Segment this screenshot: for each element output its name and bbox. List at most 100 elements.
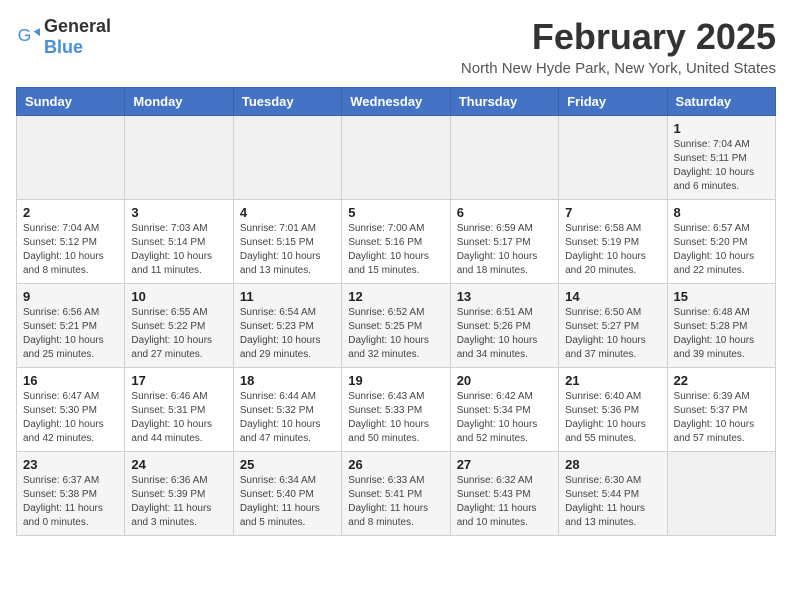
calendar-cell: 5Sunrise: 7:00 AM Sunset: 5:16 PM Daylig…	[342, 200, 450, 284]
day-number: 9	[23, 289, 118, 304]
day-info: Sunrise: 6:55 AM Sunset: 5:22 PM Dayligh…	[131, 306, 226, 362]
day-number: 7	[565, 205, 660, 220]
day-info: Sunrise: 6:48 AM Sunset: 5:28 PM Dayligh…	[674, 306, 769, 362]
calendar-cell	[125, 116, 233, 200]
title-section: February 2025 North New Hyde Park, New Y…	[461, 16, 776, 77]
week-row-3: 9Sunrise: 6:56 AM Sunset: 5:21 PM Daylig…	[17, 284, 776, 368]
calendar-cell: 25Sunrise: 6:34 AM Sunset: 5:40 PM Dayli…	[233, 452, 341, 536]
day-number: 16	[23, 373, 118, 388]
day-number: 14	[565, 289, 660, 304]
day-header-tuesday: Tuesday	[233, 88, 341, 116]
page-header: G General Blue February 2025 North New H…	[16, 16, 776, 77]
day-info: Sunrise: 7:00 AM Sunset: 5:16 PM Dayligh…	[348, 222, 443, 278]
day-number: 1	[674, 121, 769, 136]
main-title: February 2025	[461, 16, 776, 58]
calendar-cell	[342, 116, 450, 200]
calendar-cell: 9Sunrise: 6:56 AM Sunset: 5:21 PM Daylig…	[17, 284, 125, 368]
calendar-cell: 19 Sunrise: 6:43 AM Sunset: 5:33 PM Dayli…	[342, 368, 450, 452]
day-header-friday: Friday	[559, 88, 667, 116]
logo: G General Blue	[16, 16, 111, 58]
day-number: 6	[457, 205, 552, 220]
calendar-cell: 18 Sunrise: 6:44 AM Sunset: 5:32 PM Dayli…	[233, 368, 341, 452]
day-info: Sunrise: 6:44 AM Sunset: 5:32 PM Dayligh…	[240, 390, 335, 446]
day-number: 23	[23, 457, 118, 472]
calendar-cell: 17 Sunrise: 6:46 AM Sunset: 5:31 PM Dayli…	[125, 368, 233, 452]
calendar-cell: 21 Sunrise: 6:40 AM Sunset: 5:36 PM Dayli…	[559, 368, 667, 452]
calendar-cell: 2 Sunrise: 7:04 AM Sunset: 5:12 PM Daylig…	[17, 200, 125, 284]
day-info: Sunrise: 6:57 AM Sunset: 5:20 PM Dayligh…	[674, 222, 769, 278]
day-info: Sunrise: 6:40 AM Sunset: 5:36 PM Dayligh…	[565, 390, 660, 446]
day-info: Sunrise: 6:43 AM Sunset: 5:33 PM Dayligh…	[348, 390, 443, 446]
day-number: 24	[131, 457, 226, 472]
day-info: Sunrise: 7:03 AM Sunset: 5:14 PM Dayligh…	[131, 222, 226, 278]
logo-blue: Blue	[44, 37, 83, 57]
day-info: Sunrise: 6:39 AM Sunset: 5:37 PM Dayligh…	[674, 390, 769, 446]
day-info: Sunrise: 7:01 AM Sunset: 5:15 PM Dayligh…	[240, 222, 335, 278]
week-row-2: 2 Sunrise: 7:04 AM Sunset: 5:12 PM Daylig…	[17, 200, 776, 284]
day-number: 13	[457, 289, 552, 304]
day-info: Sunrise: 6:46 AM Sunset: 5:31 PM Dayligh…	[131, 390, 226, 446]
calendar-cell: 14Sunrise: 6:50 AM Sunset: 5:27 PM Dayli…	[559, 284, 667, 368]
day-info: Sunrise: 6:32 AM Sunset: 5:43 PM Dayligh…	[457, 474, 552, 530]
day-number: 3	[131, 205, 226, 220]
calendar-cell: 28 Sunrise: 6:30 AM Sunset: 5:44 PM Dayli…	[559, 452, 667, 536]
day-info: Sunrise: 6:47 AM Sunset: 5:30 PM Dayligh…	[23, 390, 118, 446]
day-number: 28	[565, 457, 660, 472]
calendar-cell: 8 Sunrise: 6:57 AM Sunset: 5:20 PM Daylig…	[667, 200, 775, 284]
day-info: Sunrise: 7:04 AM Sunset: 5:11 PM Dayligh…	[674, 138, 769, 194]
day-header-monday: Monday	[125, 88, 233, 116]
day-header-saturday: Saturday	[667, 88, 775, 116]
logo-icon: G	[16, 25, 40, 49]
day-number: 17	[131, 373, 226, 388]
day-number: 21	[565, 373, 660, 388]
day-info: Sunrise: 6:54 AM Sunset: 5:23 PM Dayligh…	[240, 306, 335, 362]
day-number: 20	[457, 373, 552, 388]
svg-text:G: G	[18, 25, 32, 45]
calendar-cell	[17, 116, 125, 200]
day-number: 25	[240, 457, 335, 472]
day-info: Sunrise: 6:59 AM Sunset: 5:17 PM Dayligh…	[457, 222, 552, 278]
day-number: 27	[457, 457, 552, 472]
day-number: 26	[348, 457, 443, 472]
calendar-cell: 11Sunrise: 6:54 AM Sunset: 5:23 PM Dayli…	[233, 284, 341, 368]
day-info: Sunrise: 6:51 AM Sunset: 5:26 PM Dayligh…	[457, 306, 552, 362]
logo-general: General	[44, 16, 111, 36]
day-info: Sunrise: 6:58 AM Sunset: 5:19 PM Dayligh…	[565, 222, 660, 278]
calendar-cell: 6 Sunrise: 6:59 AM Sunset: 5:17 PM Daylig…	[450, 200, 558, 284]
calendar-cell: 3 Sunrise: 7:03 AM Sunset: 5:14 PM Daylig…	[125, 200, 233, 284]
day-number: 12	[348, 289, 443, 304]
day-number: 22	[674, 373, 769, 388]
day-info: Sunrise: 6:30 AM Sunset: 5:44 PM Dayligh…	[565, 474, 660, 530]
day-info: Sunrise: 6:52 AM Sunset: 5:25 PM Dayligh…	[348, 306, 443, 362]
day-info: Sunrise: 6:33 AM Sunset: 5:41 PM Dayligh…	[348, 474, 443, 530]
calendar-cell	[450, 116, 558, 200]
calendar-cell: 1 Sunrise: 7:04 AM Sunset: 5:11 PM Daylig…	[667, 116, 775, 200]
calendar-table: SundayMondayTuesdayWednesdayThursdayFrid…	[16, 87, 776, 536]
subtitle: North New Hyde Park, New York, United St…	[461, 60, 776, 77]
week-row-1: 1 Sunrise: 7:04 AM Sunset: 5:11 PM Daylig…	[17, 116, 776, 200]
header-row: SundayMondayTuesdayWednesdayThursdayFrid…	[17, 88, 776, 116]
week-row-4: 16 Sunrise: 6:47 AM Sunset: 5:30 PM Dayli…	[17, 368, 776, 452]
calendar-cell	[559, 116, 667, 200]
calendar-cell: 22 Sunrise: 6:39 AM Sunset: 5:37 PM Dayli…	[667, 368, 775, 452]
day-number: 4	[240, 205, 335, 220]
day-number: 2	[23, 205, 118, 220]
calendar-cell: 7 Sunrise: 6:58 AM Sunset: 5:19 PM Daylig…	[559, 200, 667, 284]
calendar-cell: 10 Sunrise: 6:55 AM Sunset: 5:22 PM Dayli…	[125, 284, 233, 368]
day-info: Sunrise: 6:42 AM Sunset: 5:34 PM Dayligh…	[457, 390, 552, 446]
day-number: 10	[131, 289, 226, 304]
calendar-cell: 4 Sunrise: 7:01 AM Sunset: 5:15 PM Daylig…	[233, 200, 341, 284]
day-info: Sunrise: 6:36 AM Sunset: 5:39 PM Dayligh…	[131, 474, 226, 530]
day-number: 8	[674, 205, 769, 220]
day-info: Sunrise: 7:04 AM Sunset: 5:12 PM Dayligh…	[23, 222, 118, 278]
day-header-wednesday: Wednesday	[342, 88, 450, 116]
day-info: Sunrise: 6:37 AM Sunset: 5:38 PM Dayligh…	[23, 474, 118, 530]
calendar-cell: 12 Sunrise: 6:52 AM Sunset: 5:25 PM Dayli…	[342, 284, 450, 368]
calendar-cell: 15Sunrise: 6:48 AM Sunset: 5:28 PM Dayli…	[667, 284, 775, 368]
calendar-cell: 24 Sunrise: 6:36 AM Sunset: 5:39 PM Dayli…	[125, 452, 233, 536]
calendar-cell: 27 Sunrise: 6:32 AM Sunset: 5:43 PM Dayli…	[450, 452, 558, 536]
day-number: 18	[240, 373, 335, 388]
calendar-cell	[233, 116, 341, 200]
calendar-cell: 13 Sunrise: 6:51 AM Sunset: 5:26 PM Dayli…	[450, 284, 558, 368]
day-number: 19	[348, 373, 443, 388]
